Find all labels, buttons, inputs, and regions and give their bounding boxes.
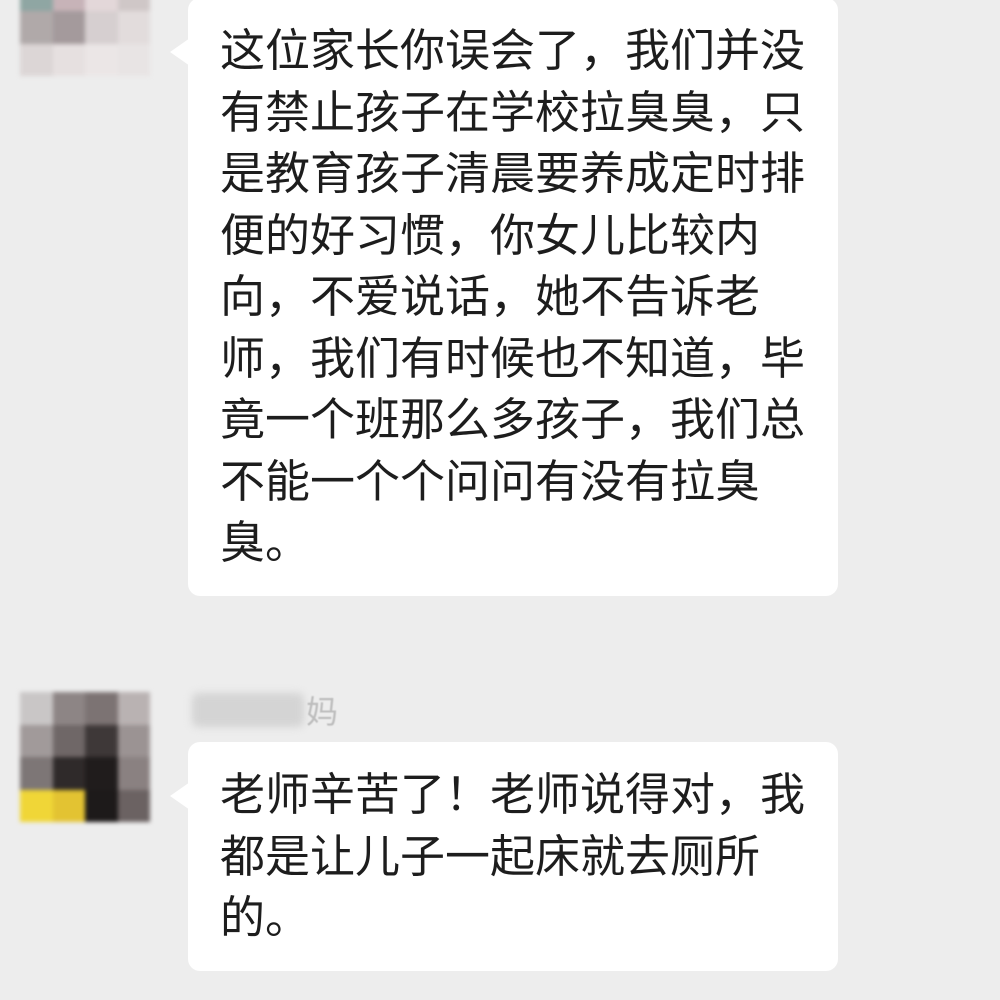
message-line: 是教育孩子清晨要养成定时排 bbox=[220, 147, 806, 200]
parent-message-bubble[interactable]: 老师辛苦了！老师说得对，我 都是让儿子一起床就去厕所 的。 bbox=[170, 742, 838, 971]
avatar-pixel bbox=[117, 757, 150, 790]
avatar-pixel bbox=[85, 43, 118, 76]
avatar-pixel bbox=[85, 757, 118, 790]
avatar-pixel bbox=[85, 0, 118, 11]
message-line: 便的好习惯，你女儿比较内 bbox=[220, 208, 761, 262]
avatar-pixel bbox=[52, 757, 85, 790]
avatar-pixel bbox=[20, 43, 53, 76]
avatar-pixel bbox=[117, 692, 150, 725]
avatar-pixel bbox=[20, 0, 53, 11]
message-line: 竟一个班那么多孩子，我们总 bbox=[220, 393, 806, 446]
teacher-avatar[interactable] bbox=[20, 0, 150, 76]
parent-sender-name: 妈 bbox=[192, 688, 338, 732]
avatar-pixel bbox=[117, 43, 150, 76]
avatar-pixel bbox=[52, 692, 85, 725]
avatar-pixel bbox=[52, 789, 85, 822]
avatar-pixel bbox=[20, 724, 53, 757]
message-line: 有禁止孩子在学校拉臭臭，只 bbox=[220, 85, 806, 139]
avatar-pixel bbox=[20, 789, 53, 822]
avatar-pixel bbox=[52, 43, 85, 76]
avatar-pixel bbox=[117, 0, 150, 11]
avatar-pixel bbox=[20, 692, 53, 725]
parent-avatar[interactable] bbox=[20, 692, 150, 822]
avatar-pixel bbox=[85, 692, 118, 725]
avatar-pixel bbox=[20, 757, 53, 790]
message-line: 师，我们有时候也不知道，毕 bbox=[220, 331, 806, 385]
message-line: 都是让儿子一起床就去厕所 bbox=[220, 829, 761, 883]
teacher-message-text: 这位家长你误会了，我们并没 有禁止孩子在学校拉臭臭，只 是教育孩子清晨要养成定时… bbox=[220, 20, 810, 574]
avatar-pixel bbox=[85, 789, 118, 822]
message-line: 这位家长你误会了，我们并没 bbox=[220, 24, 806, 77]
chat-screen: 这位家长你误会了，我们并没 有禁止孩子在学校拉臭臭，只 是教育孩子清晨要养成定时… bbox=[0, 0, 1000, 1000]
message-line: 向，不爱说话，她不告诉老 bbox=[220, 270, 761, 323]
avatar-pixel bbox=[20, 11, 53, 44]
sender-name-visible-char: 妈 bbox=[306, 693, 339, 731]
avatar-pixel bbox=[117, 789, 150, 822]
avatar-pixel bbox=[52, 0, 85, 11]
message-line: 的。 bbox=[220, 891, 311, 944]
blurred-name-redaction bbox=[192, 693, 304, 727]
avatar-pixel bbox=[52, 724, 85, 757]
teacher-message-bubble[interactable]: 这位家长你误会了，我们并没 有禁止孩子在学校拉臭臭，只 是教育孩子清晨要养成定时… bbox=[170, 0, 838, 596]
message-line: 不能一个个问问有没有拉臭 bbox=[220, 454, 761, 508]
avatar-pixel bbox=[117, 724, 150, 757]
parent-message-text: 老师辛苦了！老师说得对，我 都是让儿子一起床就去厕所 的。 bbox=[220, 764, 810, 949]
avatar-pixel bbox=[52, 11, 85, 44]
message-line: 老师辛苦了！老师说得对，我 bbox=[220, 768, 806, 821]
avatar-pixel bbox=[85, 11, 118, 44]
avatar-pixel bbox=[117, 11, 150, 44]
message-line: 臭。 bbox=[220, 516, 311, 569]
avatar-pixel bbox=[85, 724, 118, 757]
